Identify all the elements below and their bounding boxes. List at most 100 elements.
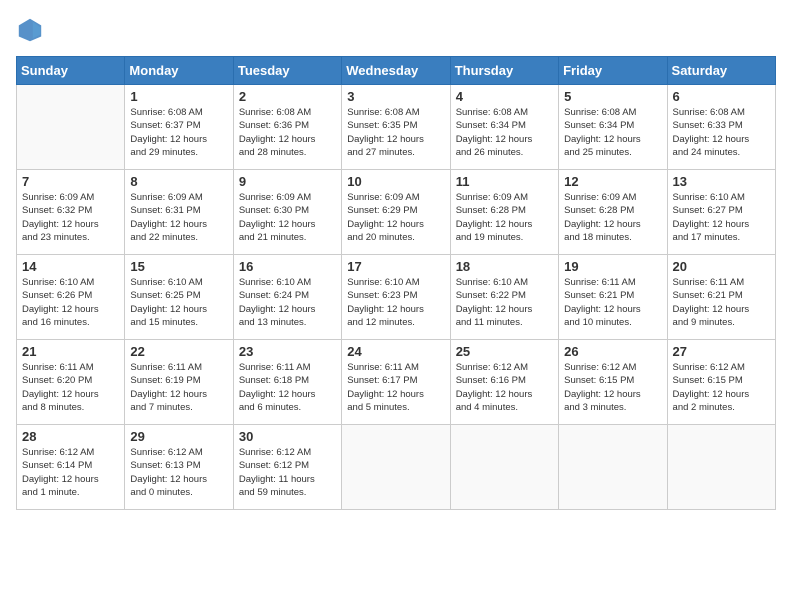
day-number: 1 — [130, 89, 227, 104]
logo — [16, 16, 48, 44]
day-info: Sunrise: 6:10 AM Sunset: 6:25 PM Dayligh… — [130, 276, 227, 329]
logo-icon — [16, 16, 44, 44]
day-cell: 8 Sunrise: 6:09 AM Sunset: 6:31 PM Daylig… — [125, 170, 233, 255]
day-cell: 2 Sunrise: 6:08 AM Sunset: 6:36 PM Daylig… — [233, 85, 341, 170]
day-info: Sunrise: 6:09 AM Sunset: 6:28 PM Dayligh… — [564, 191, 661, 244]
day-number: 17 — [347, 259, 444, 274]
day-number: 15 — [130, 259, 227, 274]
week-row-2: 7 Sunrise: 6:09 AM Sunset: 6:32 PM Daylig… — [17, 170, 776, 255]
day-number: 9 — [239, 174, 336, 189]
day-cell — [17, 85, 125, 170]
day-number: 24 — [347, 344, 444, 359]
day-info: Sunrise: 6:09 AM Sunset: 6:31 PM Dayligh… — [130, 191, 227, 244]
day-cell: 30 Sunrise: 6:12 AM Sunset: 6:12 PM Dayli… — [233, 425, 341, 510]
weekday-header-sunday: Sunday — [17, 57, 125, 85]
day-info: Sunrise: 6:08 AM Sunset: 6:35 PM Dayligh… — [347, 106, 444, 159]
day-info: Sunrise: 6:12 AM Sunset: 6:16 PM Dayligh… — [456, 361, 553, 414]
day-cell: 16 Sunrise: 6:10 AM Sunset: 6:24 PM Dayli… — [233, 255, 341, 340]
day-cell: 15 Sunrise: 6:10 AM Sunset: 6:25 PM Dayli… — [125, 255, 233, 340]
day-number: 11 — [456, 174, 553, 189]
day-cell: 6 Sunrise: 6:08 AM Sunset: 6:33 PM Daylig… — [667, 85, 775, 170]
day-info: Sunrise: 6:11 AM Sunset: 6:21 PM Dayligh… — [564, 276, 661, 329]
day-info: Sunrise: 6:08 AM Sunset: 6:37 PM Dayligh… — [130, 106, 227, 159]
day-cell: 20 Sunrise: 6:11 AM Sunset: 6:21 PM Dayli… — [667, 255, 775, 340]
day-cell — [559, 425, 667, 510]
day-info: Sunrise: 6:08 AM Sunset: 6:33 PM Dayligh… — [673, 106, 770, 159]
day-cell: 27 Sunrise: 6:12 AM Sunset: 6:15 PM Dayli… — [667, 340, 775, 425]
day-cell: 14Sunrise: 6:10 AM Sunset: 6:26 PM Dayli… — [17, 255, 125, 340]
day-number: 7 — [22, 174, 119, 189]
day-number: 20 — [673, 259, 770, 274]
day-info: Sunrise: 6:09 AM Sunset: 6:32 PM Dayligh… — [22, 191, 119, 244]
day-number: 3 — [347, 89, 444, 104]
day-cell — [450, 425, 558, 510]
day-cell: 12 Sunrise: 6:09 AM Sunset: 6:28 PM Dayli… — [559, 170, 667, 255]
day-number: 21 — [22, 344, 119, 359]
page-header — [16, 16, 776, 44]
day-cell: 3 Sunrise: 6:08 AM Sunset: 6:35 PM Daylig… — [342, 85, 450, 170]
day-info: Sunrise: 6:12 AM Sunset: 6:15 PM Dayligh… — [673, 361, 770, 414]
day-cell: 7 Sunrise: 6:09 AM Sunset: 6:32 PM Daylig… — [17, 170, 125, 255]
day-info: Sunrise: 6:10 AM Sunset: 6:27 PM Dayligh… — [673, 191, 770, 244]
day-number: 12 — [564, 174, 661, 189]
day-cell: 22 Sunrise: 6:11 AM Sunset: 6:19 PM Dayli… — [125, 340, 233, 425]
day-info: Sunrise: 6:09 AM Sunset: 6:28 PM Dayligh… — [456, 191, 553, 244]
day-info: Sunrise: 6:08 AM Sunset: 6:36 PM Dayligh… — [239, 106, 336, 159]
day-info: Sunrise: 6:08 AM Sunset: 6:34 PM Dayligh… — [456, 106, 553, 159]
day-number: 5 — [564, 89, 661, 104]
day-number: 14 — [22, 259, 119, 274]
day-number: 6 — [673, 89, 770, 104]
day-info: Sunrise: 6:12 AM Sunset: 6:12 PM Dayligh… — [239, 446, 336, 499]
day-number: 27 — [673, 344, 770, 359]
day-info: Sunrise: 6:12 AM Sunset: 6:15 PM Dayligh… — [564, 361, 661, 414]
day-cell: 5 Sunrise: 6:08 AM Sunset: 6:34 PM Daylig… — [559, 85, 667, 170]
week-row-1: 1 Sunrise: 6:08 AM Sunset: 6:37 PM Daylig… — [17, 85, 776, 170]
day-info: Sunrise: 6:11 AM Sunset: 6:19 PM Dayligh… — [130, 361, 227, 414]
day-cell: 29 Sunrise: 6:12 AM Sunset: 6:13 PM Dayli… — [125, 425, 233, 510]
day-number: 16 — [239, 259, 336, 274]
day-cell — [667, 425, 775, 510]
day-number: 22 — [130, 344, 227, 359]
day-cell: 26 Sunrise: 6:12 AM Sunset: 6:15 PM Dayli… — [559, 340, 667, 425]
day-info: Sunrise: 6:11 AM Sunset: 6:21 PM Dayligh… — [673, 276, 770, 329]
calendar: SundayMondayTuesdayWednesdayThursdayFrid… — [16, 56, 776, 510]
day-cell: 28 Sunrise: 6:12 AM Sunset: 6:14 PM Dayli… — [17, 425, 125, 510]
day-info: Sunrise: 6:11 AM Sunset: 6:20 PM Dayligh… — [22, 361, 119, 414]
weekday-header-thursday: Thursday — [450, 57, 558, 85]
weekday-header-saturday: Saturday — [667, 57, 775, 85]
day-info: Sunrise: 6:10 AM Sunset: 6:24 PM Dayligh… — [239, 276, 336, 329]
day-cell — [342, 425, 450, 510]
day-number: 2 — [239, 89, 336, 104]
day-number: 28 — [22, 429, 119, 444]
day-cell: 9 Sunrise: 6:09 AM Sunset: 6:30 PM Daylig… — [233, 170, 341, 255]
day-info: Sunrise: 6:10 AM Sunset: 6:22 PM Dayligh… — [456, 276, 553, 329]
day-number: 25 — [456, 344, 553, 359]
day-cell: 11 Sunrise: 6:09 AM Sunset: 6:28 PM Dayli… — [450, 170, 558, 255]
day-info: Sunrise: 6:09 AM Sunset: 6:30 PM Dayligh… — [239, 191, 336, 244]
day-cell: 17Sunrise: 6:10 AM Sunset: 6:23 PM Dayli… — [342, 255, 450, 340]
day-cell: 25 Sunrise: 6:12 AM Sunset: 6:16 PM Dayli… — [450, 340, 558, 425]
day-number: 18 — [456, 259, 553, 274]
day-number: 23 — [239, 344, 336, 359]
day-info: Sunrise: 6:11 AM Sunset: 6:18 PM Dayligh… — [239, 361, 336, 414]
weekday-header-friday: Friday — [559, 57, 667, 85]
day-info: Sunrise: 6:12 AM Sunset: 6:13 PM Dayligh… — [130, 446, 227, 499]
day-cell: 10 Sunrise: 6:09 AM Sunset: 6:29 PM Dayli… — [342, 170, 450, 255]
day-number: 10 — [347, 174, 444, 189]
day-number: 26 — [564, 344, 661, 359]
week-row-4: 21 Sunrise: 6:11 AM Sunset: 6:20 PM Dayli… — [17, 340, 776, 425]
day-info: Sunrise: 6:09 AM Sunset: 6:29 PM Dayligh… — [347, 191, 444, 244]
day-number: 29 — [130, 429, 227, 444]
day-info: Sunrise: 6:08 AM Sunset: 6:34 PM Dayligh… — [564, 106, 661, 159]
day-info: Sunrise: 6:11 AM Sunset: 6:17 PM Dayligh… — [347, 361, 444, 414]
day-info: Sunrise: 6:12 AM Sunset: 6:14 PM Dayligh… — [22, 446, 119, 499]
day-cell: 21 Sunrise: 6:11 AM Sunset: 6:20 PM Dayli… — [17, 340, 125, 425]
day-cell: 24 Sunrise: 6:11 AM Sunset: 6:17 PM Dayli… — [342, 340, 450, 425]
day-number: 19 — [564, 259, 661, 274]
day-cell: 13Sunrise: 6:10 AM Sunset: 6:27 PM Dayli… — [667, 170, 775, 255]
day-cell: 1 Sunrise: 6:08 AM Sunset: 6:37 PM Daylig… — [125, 85, 233, 170]
day-number: 30 — [239, 429, 336, 444]
weekday-header-tuesday: Tuesday — [233, 57, 341, 85]
day-cell: 18 Sunrise: 6:10 AM Sunset: 6:22 PM Dayli… — [450, 255, 558, 340]
day-number: 8 — [130, 174, 227, 189]
